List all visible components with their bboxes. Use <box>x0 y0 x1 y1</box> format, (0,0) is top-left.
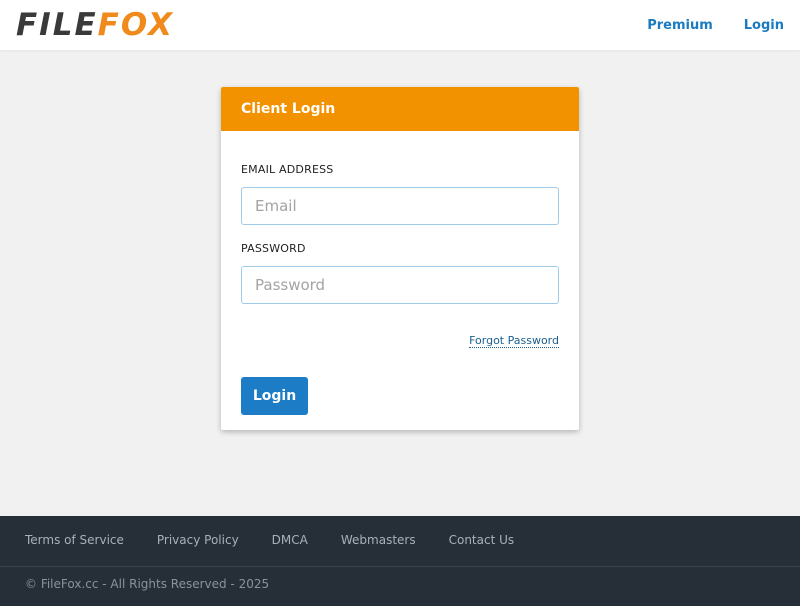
password-label: PASSWORD <box>241 242 306 255</box>
password-field[interactable] <box>241 266 559 304</box>
logo-text-file: FILE <box>16 7 98 43</box>
footer-link-terms[interactable]: Terms of Service <box>25 533 124 547</box>
footer-links: Terms of Service Privacy Policy DMCA Web… <box>25 533 547 547</box>
logo-text-fox: FOX <box>97 7 174 43</box>
footer-divider <box>0 566 800 567</box>
login-card-title: Client Login <box>221 87 579 131</box>
email-label: EMAIL ADDRESS <box>241 163 334 176</box>
login-card: Client Login EMAIL ADDRESS PASSWORD Forg… <box>221 87 579 430</box>
login-button[interactable]: Login <box>241 377 308 415</box>
footer-link-privacy[interactable]: Privacy Policy <box>157 533 239 547</box>
copyright-text: © FileFox.cc - All Rights Reserved - 202… <box>25 577 270 591</box>
nav-premium-link[interactable]: Premium <box>647 18 713 33</box>
nav-login-link[interactable]: Login <box>744 18 784 33</box>
email-field[interactable] <box>241 187 559 225</box>
filefox-logo[interactable]: FILE FOX <box>16 9 174 41</box>
footer-link-webmasters[interactable]: Webmasters <box>341 533 416 547</box>
footer-link-dmca[interactable]: DMCA <box>272 533 308 547</box>
footer: Terms of Service Privacy Policy DMCA Web… <box>0 516 800 606</box>
top-header: FILE FOX Premium Login <box>0 0 800 50</box>
footer-link-contact[interactable]: Contact Us <box>449 533 515 547</box>
forgot-password-link[interactable]: Forgot Password <box>469 334 559 348</box>
top-nav: Premium Login <box>647 0 784 50</box>
